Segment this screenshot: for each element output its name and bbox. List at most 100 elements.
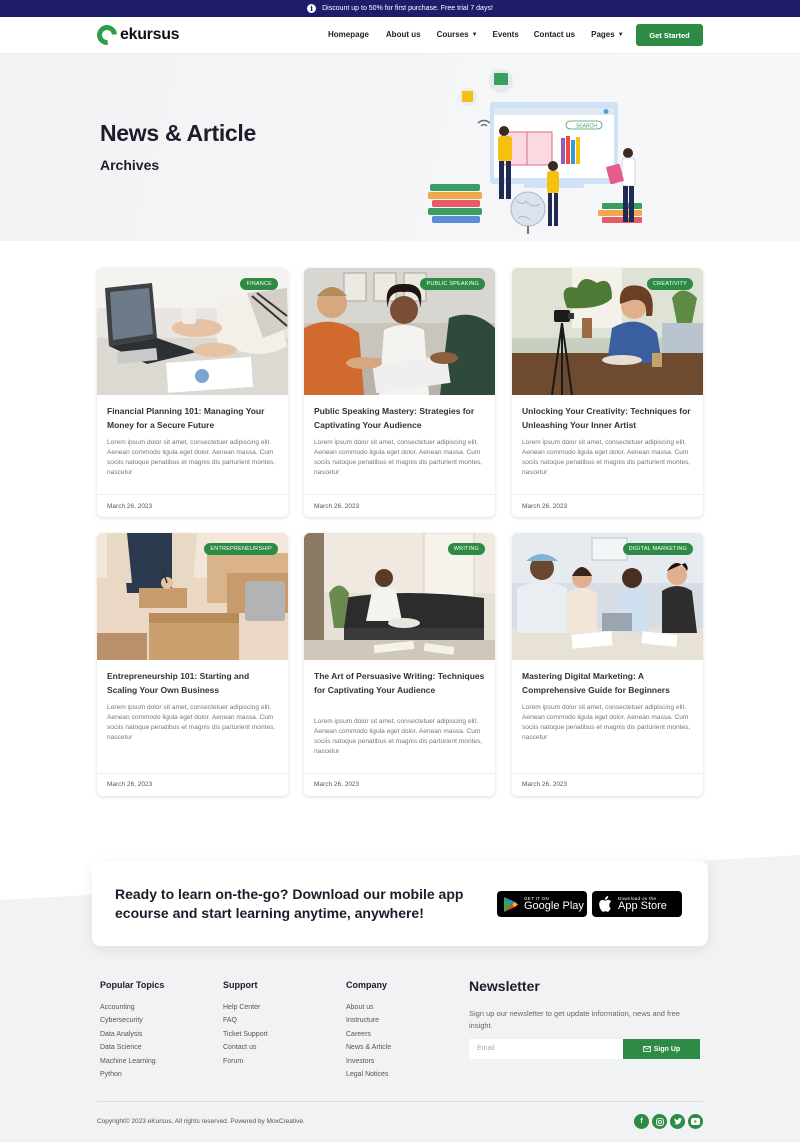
google-play-button[interactable]: GET IT ON Google Play xyxy=(497,891,587,917)
footer-link[interactable]: Data Science xyxy=(100,1041,164,1054)
footer-link[interactable]: Help Center xyxy=(223,1001,268,1014)
article-title[interactable]: The Art of Persuasive Writing: Technique… xyxy=(314,670,486,697)
article-image[interactable]: FINANCE xyxy=(97,268,288,395)
google-play-label: Google Play xyxy=(524,900,584,912)
app-store-label: App Store xyxy=(618,900,667,912)
footer-link[interactable]: Machine Learning xyxy=(100,1055,164,1068)
article-date: March 26, 2023 xyxy=(314,781,360,788)
email-input[interactable]: Email xyxy=(469,1039,624,1059)
hero-section: News & Article Archives SEARCH xyxy=(0,54,800,241)
article-image[interactable]: ENTREPRENEURSHIP xyxy=(97,533,288,660)
article-image[interactable]: WRITING xyxy=(304,533,495,660)
facebook-icon[interactable]: f xyxy=(634,1114,649,1129)
copyright-text: Copyright© 2023 eKursus, All rights rese… xyxy=(97,1118,305,1125)
announcement-bar: i Discount up to 50% for first purchase.… xyxy=(0,0,800,17)
category-badge[interactable]: CREATIVITY xyxy=(647,278,693,290)
announcement-text: Discount up to 50% for first purchase. F… xyxy=(322,5,493,12)
article-card[interactable]: FINANCE Financial Planning 101: Managing… xyxy=(97,268,288,517)
chevron-down-icon: ▼ xyxy=(617,31,624,38)
instagram-icon[interactable] xyxy=(652,1114,667,1129)
footer-link[interactable]: Forum xyxy=(223,1055,268,1068)
nav-pages[interactable]: Pages ▼ xyxy=(591,30,624,39)
sign-up-label: Sign Up xyxy=(653,1045,681,1053)
footer-heading: Support xyxy=(223,980,258,990)
footer-link[interactable]: Contact us xyxy=(223,1041,268,1054)
nav-courses[interactable]: Courses ▼ xyxy=(437,30,478,39)
youtube-icon[interactable] xyxy=(688,1114,703,1129)
article-card[interactable]: WRITING The Art of Persuasive Writing: T… xyxy=(304,533,495,796)
footer-column-popular-topics: Popular Topics Accounting Cybersecurity … xyxy=(100,980,164,1081)
site-header: ekursus Homepage About us Courses ▼ Event… xyxy=(0,17,800,54)
article-excerpt: Lorem ipsum dolor sit amet, consectetuer… xyxy=(314,439,483,476)
nav-contact-us[interactable]: Contact us xyxy=(534,30,575,39)
article-card[interactable]: PUBLIC SPEAKING Public Speaking Mastery:… xyxy=(304,268,495,517)
article-image[interactable]: PUBLIC SPEAKING xyxy=(304,268,495,395)
article-title[interactable]: Unlocking Your Creativity: Techniques fo… xyxy=(522,405,694,432)
article-excerpt: Lorem ipsum dolor sit amet, consectetuer… xyxy=(522,704,691,741)
app-download-banner: Ready to learn on-the-go? Download our m… xyxy=(92,861,708,946)
newsletter-heading: Newsletter xyxy=(469,978,540,994)
footer-link[interactable]: Legal Notices xyxy=(346,1068,391,1081)
article-card[interactable]: DIGITAL MARKETING Mastering Digital Mark… xyxy=(512,533,703,796)
main-nav: Homepage About us Courses ▼ Events Contac… xyxy=(328,30,624,39)
article-excerpt: Lorem ipsum dolor sit amet, consectetuer… xyxy=(107,439,276,476)
footer-link[interactable]: Investors xyxy=(346,1055,391,1068)
divider xyxy=(512,494,703,495)
divider xyxy=(304,494,495,495)
footer-link[interactable]: Python xyxy=(100,1068,164,1081)
divider xyxy=(512,773,703,774)
app-store-button[interactable]: Download on the App Store xyxy=(592,891,682,917)
mail-icon xyxy=(642,1046,651,1052)
article-card[interactable]: ENTREPRENEURSHIP Entrepreneurship 101: S… xyxy=(97,533,288,796)
nav-homepage[interactable]: Homepage xyxy=(328,30,369,39)
category-badge[interactable]: FINANCE xyxy=(240,278,278,290)
category-badge[interactable]: PUBLIC SPEAKING xyxy=(420,278,485,290)
footer-link[interactable]: Data Analysis xyxy=(100,1028,164,1041)
footer-link[interactable]: News & Article xyxy=(346,1041,391,1054)
google-play-icon xyxy=(504,896,518,912)
divider xyxy=(97,494,288,495)
article-title[interactable]: Entrepreneurship 101: Starting and Scali… xyxy=(107,670,279,697)
twitter-icon[interactable] xyxy=(670,1114,685,1129)
logo-text: ekursus xyxy=(120,26,180,43)
page-subtitle: Archives xyxy=(100,157,160,173)
article-image[interactable]: CREATIVITY xyxy=(512,268,703,395)
logo[interactable]: ekursus xyxy=(92,20,180,50)
article-date: March 26, 2023 xyxy=(522,781,568,788)
category-badge[interactable]: DIGITAL MARKETING xyxy=(622,543,693,555)
nav-about-us[interactable]: About us xyxy=(386,30,421,39)
article-date: March 26, 2023 xyxy=(107,503,153,510)
footer-link[interactable]: Cybersecurity xyxy=(100,1014,164,1027)
info-icon: i xyxy=(307,4,317,13)
search-label: SEARCH xyxy=(576,124,597,130)
apple-icon xyxy=(599,896,612,912)
article-title[interactable]: Financial Planning 101: Managing Your Mo… xyxy=(107,405,279,432)
footer-link[interactable]: Accounting xyxy=(100,1001,164,1014)
footer-link[interactable]: Ticket Support xyxy=(223,1028,268,1041)
article-title[interactable]: Public Speaking Mastery: Strategies for … xyxy=(314,405,486,432)
get-started-button[interactable]: Get Started xyxy=(636,24,703,46)
footer-column-support: Support Help Center FAQ Ticket Support C… xyxy=(223,980,268,1068)
logo-icon xyxy=(92,20,122,50)
divider xyxy=(97,773,288,774)
footer-heading: Company xyxy=(346,980,388,990)
article-date: March 26, 2023 xyxy=(107,781,153,788)
footer-link[interactable]: FAQ xyxy=(223,1014,268,1027)
footer-link[interactable]: Careers xyxy=(346,1028,391,1041)
page-title: News & Article xyxy=(100,120,257,146)
article-excerpt: Lorem ipsum dolor sit amet, consectetuer… xyxy=(107,704,276,741)
newsletter-section: Newsletter Sign up our newsletter to get… xyxy=(469,978,701,1059)
sign-up-button[interactable]: Sign Up xyxy=(623,1039,700,1059)
chevron-down-icon: ▼ xyxy=(471,31,478,38)
footer-link[interactable]: Instructure xyxy=(346,1014,391,1027)
footer-link[interactable]: About us xyxy=(346,1001,391,1014)
nav-events[interactable]: Events xyxy=(493,30,519,39)
category-badge[interactable]: WRITING xyxy=(447,543,485,555)
article-excerpt: Lorem ipsum dolor sit amet, consectetuer… xyxy=(522,439,691,476)
app-download-text: Ready to learn on-the-go? Download our m… xyxy=(115,886,464,921)
article-card[interactable]: CREATIVITY Unlocking Your Creativity: Te… xyxy=(512,268,703,517)
article-title[interactable]: Mastering Digital Marketing: A Comprehen… xyxy=(522,670,694,697)
category-badge[interactable]: ENTREPRENEURSHIP xyxy=(204,543,278,555)
article-image[interactable]: DIGITAL MARKETING xyxy=(512,533,703,660)
newsletter-description: Sign up our newsletter to get update inf… xyxy=(469,1009,680,1030)
